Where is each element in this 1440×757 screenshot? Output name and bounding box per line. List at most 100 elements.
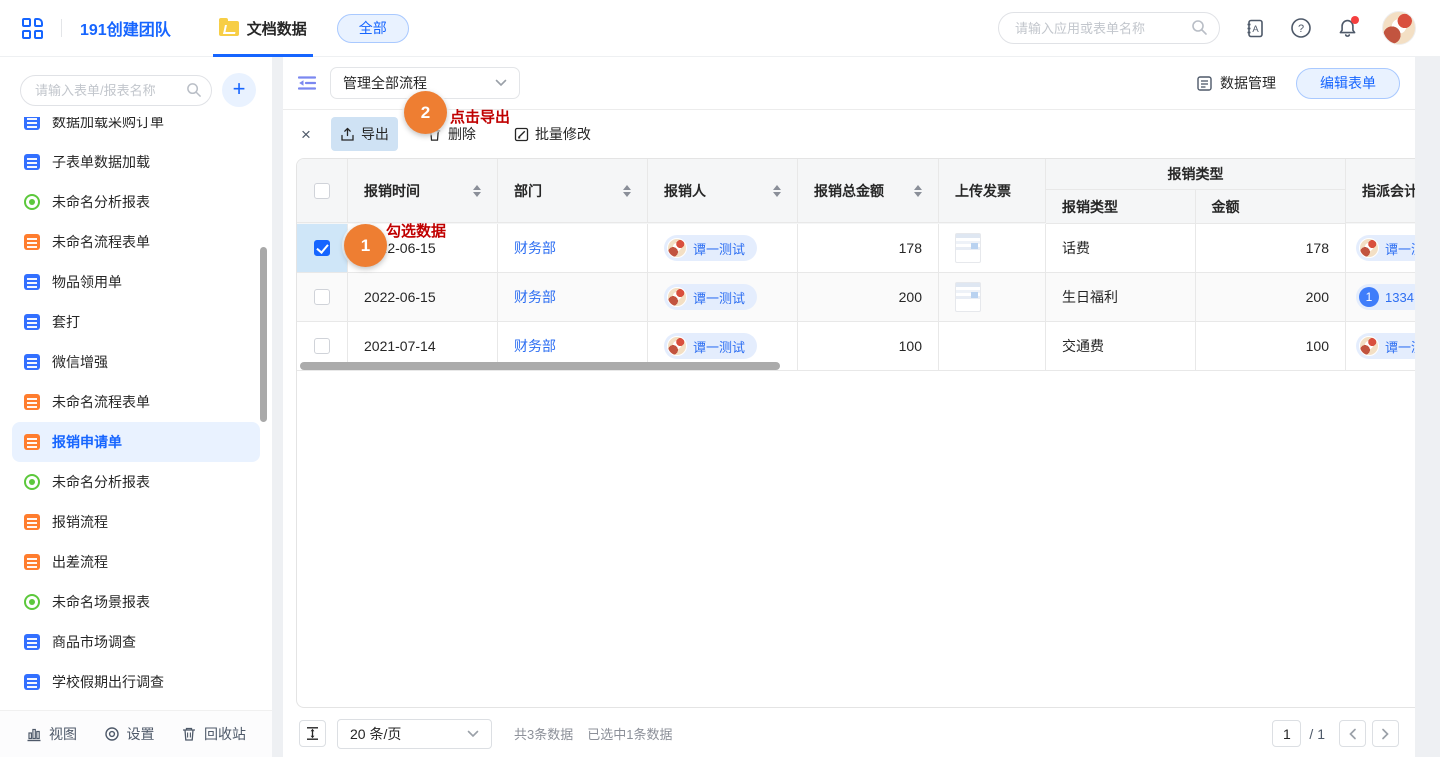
sidebar-item[interactable]: 未命名场景报表: [12, 582, 260, 622]
member-avatar: [1359, 336, 1379, 356]
chevron-down-icon: [495, 79, 507, 87]
sidebar-item[interactable]: 物品领用单: [12, 262, 260, 302]
sidebar-item[interactable]: 微信增强: [12, 342, 260, 382]
row-checkbox[interactable]: [314, 338, 330, 354]
member-group-pill[interactable]: 11334: [1356, 284, 1415, 310]
export-label: 导出: [361, 124, 389, 144]
sidebar-item[interactable]: 套打: [12, 302, 260, 342]
sidebar-search-input[interactable]: [20, 75, 212, 106]
close-icon[interactable]: ×: [301, 126, 311, 143]
cell-invoice: [939, 273, 1046, 322]
sidebar-item[interactable]: 报销流程: [12, 502, 260, 542]
user-avatar[interactable]: [1382, 11, 1416, 45]
views-button[interactable]: 视图: [26, 724, 77, 744]
help-icon[interactable]: ?: [1290, 17, 1312, 39]
sidebar-item[interactable]: 学校假期出行调查: [12, 662, 260, 702]
column-header-label: 报销时间: [364, 181, 420, 201]
sort-icon[interactable]: [773, 185, 781, 197]
sidebar-scrollbar[interactable]: [260, 247, 267, 422]
export-button[interactable]: 导出: [331, 117, 398, 151]
horizontal-scrollbar[interactable]: [300, 362, 780, 370]
page-size-select[interactable]: 20 条/页: [337, 719, 492, 749]
member-name: 谭一测试: [1385, 239, 1415, 258]
sidebar-item-label: 报销流程: [52, 512, 108, 532]
cell-dept: 财务部: [498, 273, 648, 322]
apps-grid-icon[interactable]: [22, 18, 43, 39]
sort-icon[interactable]: [623, 185, 631, 197]
invoice-thumbnail[interactable]: [955, 233, 981, 263]
sidebar-search-icon[interactable]: [186, 82, 202, 98]
table-row[interactable]: 2022-06-15 财务部 谭一测试 200 生日福利 200 11334: [297, 273, 1415, 322]
row-checkbox[interactable]: [314, 289, 330, 305]
sidebar-item[interactable]: 出差流程: [12, 542, 260, 582]
row-height-button[interactable]: [299, 720, 326, 747]
row-checkbox-checked[interactable]: [314, 240, 330, 256]
data-manage-label: 数据管理: [1220, 73, 1276, 93]
sidebar-item-active[interactable]: 报销申请单: [12, 422, 260, 462]
sidebar-item-label: 未命名流程表单: [52, 392, 150, 412]
sort-icon[interactable]: [473, 185, 481, 197]
column-header-date[interactable]: 报销时间: [348, 159, 498, 223]
column-header-accountant[interactable]: 指派会计: [1346, 159, 1415, 223]
member-pill[interactable]: 谭一测试: [664, 333, 757, 359]
views-label: 视图: [49, 724, 77, 744]
prev-page-button[interactable]: [1339, 720, 1366, 747]
cell-invoice: [939, 322, 1046, 371]
global-search-input[interactable]: [998, 12, 1220, 44]
column-header-total[interactable]: 报销总金额: [798, 159, 939, 223]
flow-form-icon: [24, 234, 40, 250]
sidebar-item[interactable]: 未命名分析报表: [12, 462, 260, 502]
dept-link[interactable]: 财务部: [514, 238, 556, 258]
member-pill[interactable]: 谭一测试: [1356, 333, 1415, 359]
report-icon: [24, 474, 40, 490]
group-header-label[interactable]: 报销类型: [1046, 159, 1345, 190]
table-row[interactable]: 2022-06-15 财务部 谭一测试 178 话费 178 谭一测试: [297, 224, 1415, 273]
tab-docs-data[interactable]: 文档数据: [213, 0, 313, 57]
add-form-button[interactable]: +: [222, 73, 256, 107]
sort-icon[interactable]: [914, 185, 922, 197]
page-number-input[interactable]: [1272, 720, 1301, 747]
member-pill[interactable]: 谭一测试: [1356, 235, 1415, 261]
sub-header-amount[interactable]: 金额: [1196, 190, 1346, 223]
contacts-icon[interactable]: A: [1244, 17, 1266, 39]
dept-link[interactable]: 财务部: [514, 287, 556, 307]
sidebar-item-clipped[interactable]: [12, 702, 260, 709]
trash-icon: [181, 726, 197, 742]
next-page-button[interactable]: [1372, 720, 1399, 747]
column-header-invoice[interactable]: 上传发票: [939, 159, 1046, 223]
chevron-left-icon: [1348, 728, 1357, 740]
sub-header-type[interactable]: 报销类型: [1046, 190, 1196, 223]
invoice-thumbnail[interactable]: [955, 282, 981, 312]
sidebar-item[interactable]: 未命名流程表单: [12, 382, 260, 422]
annotation-step2-text: 点击导出: [450, 106, 510, 127]
sidebar-item[interactable]: 数据加载采购订单: [12, 117, 260, 142]
recycle-bin-button[interactable]: 回收站: [181, 724, 246, 744]
batch-edit-button[interactable]: 批量修改: [505, 117, 600, 151]
notifications-bell-icon[interactable]: [1336, 17, 1358, 39]
column-header-person[interactable]: 报销人: [648, 159, 798, 223]
member-pill[interactable]: 谭一测试: [664, 235, 757, 261]
member-pill[interactable]: 谭一测试: [664, 284, 757, 310]
cell-person: 谭一测试: [648, 273, 798, 322]
all-filter-pill[interactable]: 全部: [337, 14, 409, 43]
data-manage-button[interactable]: 数据管理: [1196, 73, 1276, 93]
select-all-checkbox[interactable]: [314, 183, 330, 199]
chevron-right-icon: [1381, 728, 1390, 740]
collapse-sidebar-icon[interactable]: [298, 75, 316, 91]
sidebar-item[interactable]: 商品市场调查: [12, 622, 260, 662]
sidebar-item-label: 出差流程: [52, 552, 108, 572]
column-header-dept[interactable]: 部门: [498, 159, 648, 223]
sidebar-item[interactable]: 未命名分析报表: [12, 182, 260, 222]
sidebar-item[interactable]: 未命名流程表单: [12, 222, 260, 262]
column-header-label: 上传发票: [955, 181, 1011, 201]
report-icon: [24, 594, 40, 610]
page-total-text: / 1: [1309, 726, 1325, 742]
edit-form-button[interactable]: 编辑表单: [1296, 68, 1400, 99]
team-name[interactable]: 191创建团队: [80, 16, 171, 40]
dept-link[interactable]: 财务部: [514, 336, 556, 356]
sidebar-item[interactable]: 子表单数据加载: [12, 142, 260, 182]
settings-button[interactable]: 设置: [104, 724, 155, 744]
cell-accountant: 谭一测试: [1346, 224, 1415, 273]
report-icon: [24, 194, 40, 210]
search-icon[interactable]: [1191, 19, 1208, 36]
